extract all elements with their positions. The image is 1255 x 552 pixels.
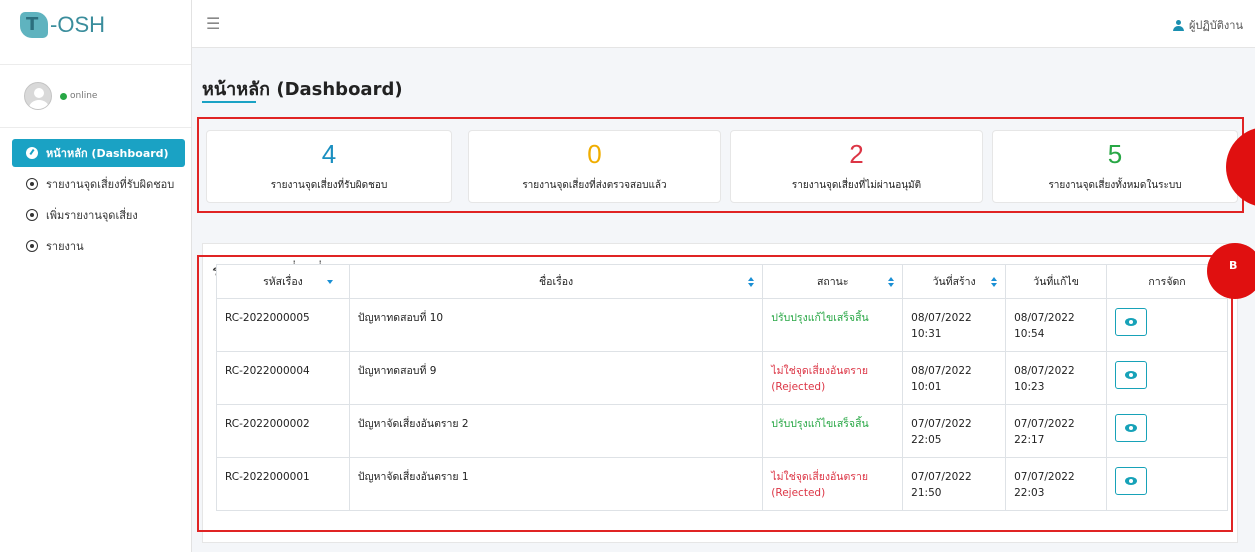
circle-dot-icon [26,209,38,221]
logo[interactable]: T -OSH [0,0,191,50]
title-underline [202,101,256,103]
user-menu[interactable]: ผู้ปฏิบัติงาน [1172,16,1243,34]
top-bar: ☰ ผู้ปฏิบัติงาน [192,0,1255,48]
sidebar-item-label: เพิ่มรายงานจุดเสี่ยง [46,209,138,222]
table-highlight-outline [197,255,1233,532]
sidebar-item-reports[interactable]: รายงาน [12,233,185,259]
gauge-icon [26,147,38,159]
main-content: หน้าหลัก (Dashboard) 4 รายงานจุดเสี่ยงที… [192,48,1255,552]
sidebar-item-add-report[interactable]: เพิ่มรายงานจุดเสี่ยง [12,202,185,228]
avatar [24,82,52,110]
sidebar: T -OSH online หน้าหลัก (Dashboard) รายงา… [0,0,192,552]
sidebar-item-responsible-reports[interactable]: รายงานจุดเสี่ยงที่รับผิดชอบ [12,171,185,197]
annotation-badge-b: B [1207,243,1255,299]
user-icon [1172,19,1184,31]
circle-dot-icon [26,178,38,190]
sidebar-item-label: รายงาน [46,240,84,253]
online-status: online [60,91,97,101]
circle-dot-icon [26,240,38,252]
logo-mark-icon: T [20,12,48,38]
online-label: online [70,91,98,101]
user-role-label: ผู้ปฏิบัติงาน [1188,19,1243,32]
page-title: หน้าหลัก (Dashboard) [202,79,403,100]
app-root: T -OSH online หน้าหลัก (Dashboard) รายงา… [0,0,1255,552]
menu-toggle-icon[interactable]: ☰ [206,14,220,33]
logo-text: -OSH [50,12,105,37]
online-dot-icon [60,92,67,100]
sidebar-item-label: รายงานจุดเสี่ยงที่รับผิดชอบ [46,178,175,191]
user-panel: online [0,64,191,128]
sidebar-item-label: หน้าหลัก (Dashboard) [46,147,169,160]
stats-highlight-outline [197,117,1244,213]
sidebar-nav: หน้าหลัก (Dashboard) รายงานจุดเสี่ยงที่ร… [0,139,191,259]
sidebar-item-dashboard[interactable]: หน้าหลัก (Dashboard) [12,139,185,167]
